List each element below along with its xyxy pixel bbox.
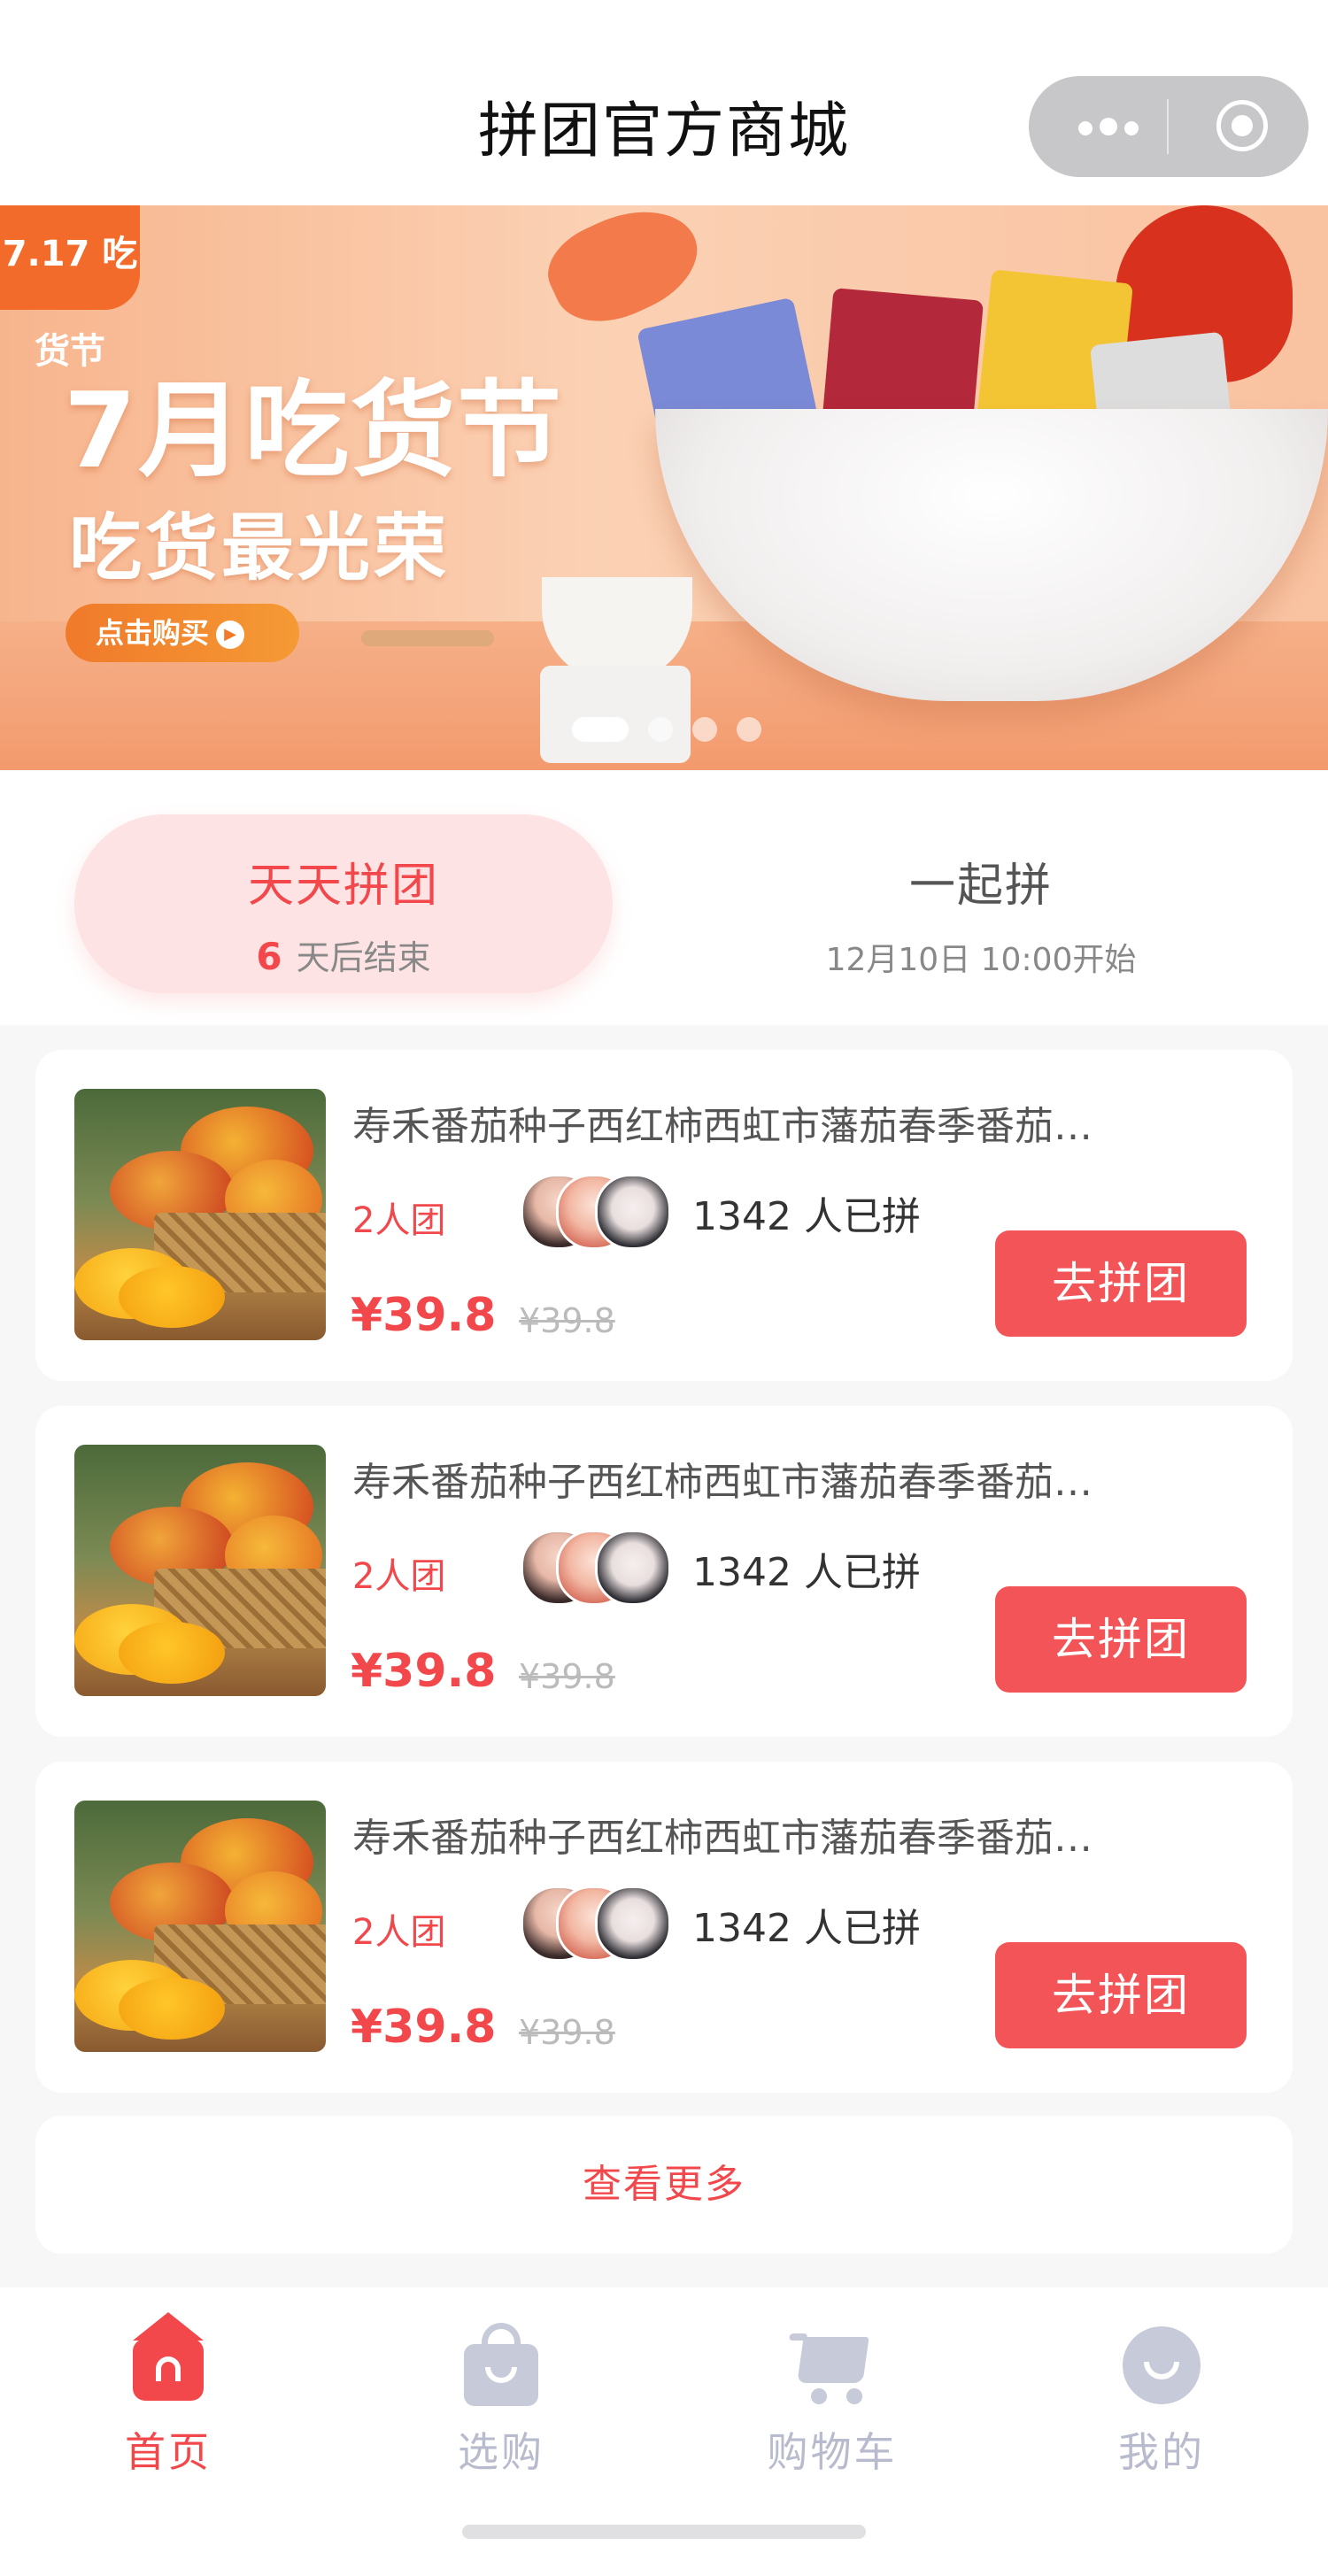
banner-headline: 7月吃货节 <box>64 369 564 491</box>
countdown-suffix: 天后结束 <box>296 938 431 977</box>
home-indicator <box>462 2525 866 2539</box>
group-buy-tabs: 天天拼团 6 天后结束 一起拼 12月10日 10:00开始 <box>0 770 1328 1025</box>
banner-buy-label: 点击购买 <box>96 616 210 650</box>
group-price: ¥39.8 <box>351 2001 497 2054</box>
product-card[interactable]: 寿禾番茄种子西红柿西虹市藩茄春季番茄种子 2人团 1342 人已拼 ¥39.8 … <box>35 1050 1293 1381</box>
join-group-button[interactable]: 去拼团 <box>995 1942 1247 2048</box>
pedestal-image <box>540 666 691 763</box>
tab-daily-group[interactable]: 天天拼团 6 天后结束 <box>74 814 613 993</box>
tab-daily-group-countdown: 6 天后结束 <box>74 930 613 979</box>
original-price: ¥39.8 <box>519 1657 615 1696</box>
view-more-button[interactable]: 查看更多 <box>35 2116 1293 2254</box>
close-target-icon[interactable] <box>1216 100 1268 151</box>
carousel-dot-active[interactable] <box>572 717 629 742</box>
product-card[interactable]: 寿禾番茄种子西红柿西虹市藩茄春季番茄种子 2人团 1342 人已拼 ¥39.8 … <box>35 1406 1293 1737</box>
joined-count: 1342 人已拼 <box>692 1906 921 1951</box>
promo-banner[interactable]: 7.17 吃货节 7月吃货节 吃货最光荣 点击购买 ▶ <box>0 205 1328 770</box>
shopping-bag-icon <box>460 2323 542 2406</box>
mango-product-image[interactable] <box>74 1089 326 1340</box>
join-group-button[interactable]: 去拼团 <box>995 1230 1247 1337</box>
group-size-tag: 2人团 <box>352 1556 446 1597</box>
carousel-dot[interactable] <box>737 717 761 742</box>
countdown-days: 6 <box>256 935 282 978</box>
tabbar-item-me[interactable]: 我的 <box>1064 2325 1259 2479</box>
tabbar-item-home[interactable]: 首页 <box>71 2312 266 2479</box>
group-size-tag: 2人团 <box>352 1912 446 1953</box>
tabbar-item-label: 我的 <box>1118 2428 1205 2476</box>
banner-buy-button[interactable]: 点击购买 ▶ <box>66 604 299 662</box>
carousel-indicator <box>572 717 781 744</box>
joined-count: 1342 人已拼 <box>692 1194 921 1239</box>
festival-badge: 7.17 吃货节 <box>0 205 140 372</box>
join-group-button[interactable]: 去拼团 <box>995 1586 1247 1693</box>
mango-product-image[interactable] <box>74 1445 326 1696</box>
tabbar-item-label: 首页 <box>125 2428 212 2476</box>
banner-subheadline: 吃货最光荣 <box>69 506 451 590</box>
tabbar-item-cart[interactable]: 购物车 <box>735 2325 930 2479</box>
cart-icon <box>791 2325 873 2406</box>
home-icon <box>127 2312 209 2406</box>
avatar <box>595 1530 671 1606</box>
group-price: ¥39.8 <box>351 1645 497 1698</box>
joined-users-avatars <box>521 1174 689 1250</box>
tabbar-item-label: 选购 <box>458 2428 544 2476</box>
stool-image <box>361 630 494 646</box>
joined-users-avatars <box>521 1886 689 1962</box>
nav-bar: 拼团官方商城 <box>0 0 1328 205</box>
tab-together-label: 一起拼 <box>908 860 1053 913</box>
avatar <box>595 1174 671 1250</box>
carousel-dot[interactable] <box>648 717 673 742</box>
mango-product-image[interactable] <box>74 1801 326 2052</box>
product-name: 寿禾番茄种子西红柿西虹市藩茄春季番茄种子 <box>352 1816 1096 1861</box>
avatar <box>595 1886 671 1962</box>
profile-icon <box>1121 2325 1202 2406</box>
tab-daily-group-label: 天天拼团 <box>247 860 439 913</box>
carousel-dot[interactable] <box>692 717 717 742</box>
play-arrow-icon: ▶ <box>216 621 245 649</box>
joined-users-avatars <box>521 1530 689 1606</box>
capsule-divider <box>1167 99 1169 154</box>
original-price: ¥39.8 <box>519 2013 615 2052</box>
product-name: 寿禾番茄种子西红柿西虹市藩茄春季番茄种子 <box>352 1104 1096 1149</box>
mini-program-capsule <box>1029 76 1309 177</box>
tab-together-start: 12月10日 10:00开始 <box>825 942 1137 978</box>
tab-together[interactable]: 一起拼 12月10日 10:00开始 <box>715 848 1247 980</box>
original-price: ¥39.8 <box>519 1301 615 1340</box>
joined-count: 1342 人已拼 <box>692 1550 921 1595</box>
tabbar-item-label: 购物车 <box>767 2428 898 2476</box>
product-card[interactable]: 寿禾番茄种子西红柿西虹市藩茄春季番茄种子 2人团 1342 人已拼 ¥39.8 … <box>35 1762 1293 2093</box>
group-size-tag: 2人团 <box>352 1200 446 1241</box>
group-price: ¥39.8 <box>351 1289 497 1342</box>
product-name: 寿禾番茄种子西红柿西虹市藩茄春季番茄种子 <box>352 1460 1096 1505</box>
tabbar-item-shop[interactable]: 选购 <box>404 2323 598 2479</box>
more-menu-icon[interactable] <box>1075 106 1208 147</box>
